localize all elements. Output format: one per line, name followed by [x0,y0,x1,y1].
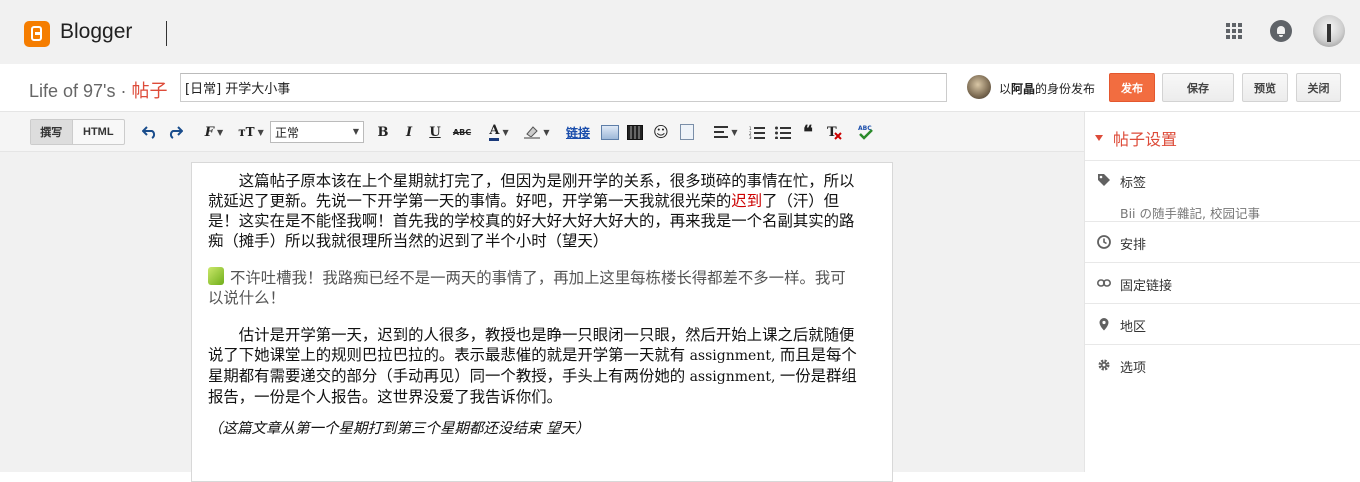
post-body-editor[interactable]: 这篇帖子原本该在上个星期就打完了，但因为是刚开学的关系，很多琐碎的事情在忙，所以… [191,162,893,482]
preview-button[interactable]: 预览 [1242,73,1288,102]
jump-break-icon[interactable] [678,122,696,142]
publish-button[interactable]: 发布 [1109,73,1155,102]
post-header: Life of 97's · 帖子 以阿晶的身份发布 发布 保存 预览 关闭 [0,64,1360,112]
strikethrough-icon[interactable]: ABC [452,122,472,142]
underline-icon[interactable]: U [428,122,442,142]
close-button[interactable]: 关闭 [1296,73,1341,102]
location-pin-icon [1099,318,1109,331]
settings-row-location[interactable]: 地区 [1085,303,1360,344]
label-tag-icon [1098,174,1110,186]
top-bar: Blogger [0,0,1360,64]
link-button[interactable]: 链接 [564,122,592,142]
redo-icon[interactable] [166,122,184,142]
format-select-value: 正常 [275,126,300,140]
highlight-color-icon[interactable]: ▼ [522,122,552,142]
paragraph-3: 估计是开学第一天，迟到的人很多，教授也是睁一只眼闭一只眼，然后开始上课之后就随便… [208,325,858,407]
paragraph-2: 不许吐槽我！我路痴已经不是一两天的事情了，再加上这里每栋楼长得都差不多一样。我可… [208,267,858,308]
link-icon [1097,279,1111,287]
spellcheck-icon[interactable]: ABC [856,122,876,142]
html-mode-tab[interactable]: HTML [73,120,124,144]
editor-toolbar: 撰写 HTML F ▼ тT ▼ 正常 ▼ B I U ABC A ▼ ▼ 链接 ☺ … [0,112,1084,152]
location-label: 地区 [1120,320,1147,335]
settings-row-permalink[interactable]: 固定链接 [1085,262,1360,303]
align-icon[interactable]: ▼ [711,122,741,142]
text-color-icon[interactable]: A ▼ [484,122,514,142]
paragraph-1-link[interactable]: 迟到 [731,192,762,210]
settings-row-options[interactable]: 选项 [1085,344,1360,385]
author-name: 阿晶 [1011,82,1036,96]
font-size-icon[interactable]: тT ▼ [236,122,266,142]
notifications-bell-icon[interactable] [1270,20,1292,42]
post-settings-header[interactable]: 帖子设置 [1095,126,1177,150]
chevron-down-icon: ▼ [352,127,359,136]
paragraph-3-eng-2: assignment, [685,369,780,385]
emoji-icon[interactable]: ☺ [652,122,670,142]
post-title-input[interactable] [180,73,947,102]
blog-name-separator: · [115,81,132,101]
video-icon[interactable] [626,122,644,142]
brand-name[interactable]: Blogger [60,20,132,44]
post-settings-panel: 帖子设置 标签 Bii の随手雜記, 校园记事 安排 固定链接 地区 选项 [1084,112,1360,472]
paragraph-4: （这篇文章从第一个星期打到第三个星期都还没结束 望天） [208,421,590,437]
save-button[interactable]: 保存 [1162,73,1234,102]
blog-title[interactable]: Life of 97's · 帖子 [29,77,168,103]
compose-mode-tab[interactable]: 撰写 [31,120,73,144]
author-suffix: 的身份发布 [1035,82,1096,96]
apps-grid-icon[interactable] [1226,23,1242,39]
paragraph-2-text: 不许吐槽我！我路痴已经不是一两天的事情了，再加上这里每栋楼长得都差不多一样。我可… [208,269,846,307]
editor-mode-tabs: 撰写 HTML [30,119,125,145]
clear-format-icon[interactable]: T [826,122,842,142]
blogger-logo-icon[interactable] [24,21,50,47]
gear-icon [1098,359,1110,371]
format-select[interactable]: 正常 ▼ [270,121,364,143]
header-divider [166,21,167,46]
italic-icon[interactable]: I [402,122,416,142]
post-settings-title: 帖子设置 [1113,130,1178,149]
image-icon[interactable] [600,122,620,142]
blog-name-text: Life of 97's [29,81,116,101]
options-label: 选项 [1120,361,1147,376]
author-identity[interactable]: 以阿晶的身份发布 [999,80,1095,97]
numbered-list-icon[interactable]: 123 [748,122,766,142]
emoticon-icon [208,267,224,285]
clock-icon [1097,235,1111,249]
svg-text:3: 3 [749,135,752,139]
quote-icon[interactable]: ❝ [800,122,816,143]
font-family-icon[interactable]: F ▼ [200,122,228,142]
labels-value: Bii の随手雜記, 校园记事 [1120,206,1260,221]
permalink-label: 固定链接 [1120,279,1173,294]
paragraph-1: 这篇帖子原本该在上个星期就打完了，但因为是刚开学的关系，很多琐碎的事情在忙，所以… [208,171,858,251]
bold-icon[interactable]: B [376,122,390,142]
section-label: 帖子 [131,81,168,101]
undo-icon[interactable] [141,122,159,142]
paragraph-3-eng-1: assignment, [685,348,780,364]
author-avatar [967,75,991,99]
settings-row-schedule[interactable]: 安排 [1085,221,1360,262]
bulleted-list-icon[interactable] [774,122,792,142]
labels-label: 标签 [1120,176,1147,191]
author-prefix: 以 [999,82,1012,96]
collapse-triangle-icon [1095,135,1103,141]
settings-row-labels[interactable]: 标签 Bii の随手雜記, 校园记事 [1085,160,1360,228]
account-avatar[interactable] [1313,15,1345,47]
schedule-label: 安排 [1120,238,1147,253]
